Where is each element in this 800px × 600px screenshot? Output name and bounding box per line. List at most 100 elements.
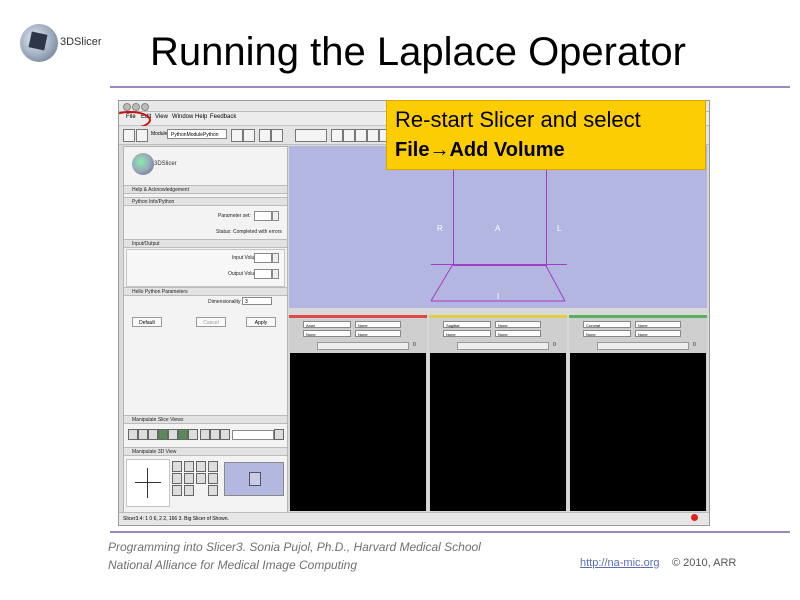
slicer-logo: 3DSlicer [14,20,114,72]
output-volume-select[interactable] [254,269,272,279]
slice-orientation-select[interactable]: Axial [303,321,351,328]
slice-tool-icon[interactable] [220,429,230,440]
layout2-icon[interactable] [343,129,355,142]
view-tool-icon[interactable] [196,461,206,472]
panel-logo: 3DSlicer [132,153,192,177]
slice-offset-slider[interactable] [317,342,409,350]
view-tool-icon[interactable] [172,461,182,472]
slice-tool-icon[interactable] [210,429,220,440]
slice-tool-icon[interactable] [188,429,198,440]
footer-link[interactable]: http://na-mic.org [580,557,659,569]
input-volume-select[interactable] [254,253,272,263]
slice-foreground-select[interactable]: None [355,321,401,328]
section-slice-views[interactable]: Manipulate Slice Views [124,415,287,424]
slice-label-select[interactable]: None [303,330,351,337]
slice-foreground-select[interactable]: None [495,321,541,328]
slice-tool-icon[interactable] [168,429,178,440]
menu-feedback[interactable]: Feedback [210,114,236,120]
dimensionality-label: Dimensionality [208,299,241,305]
view-tool-icon[interactable] [184,485,194,496]
view-tool-icon[interactable] [172,473,182,484]
slice-label-select[interactable]: None [443,330,491,337]
slice-background-select[interactable]: None [635,330,681,337]
section-inout[interactable]: Input/Output [124,239,287,248]
save-icon[interactable] [136,129,148,142]
slice-label-select[interactable]: None [583,330,631,337]
view-tool-icon[interactable] [196,473,206,484]
slice-image-area[interactable] [290,353,426,511]
slice-color-bar [429,315,567,318]
slice-image-area[interactable] [570,353,706,511]
view-tool-icon[interactable] [208,461,218,472]
menu-view[interactable]: View [155,114,168,120]
3d-axes-widget[interactable] [126,459,170,507]
prev-module-icon[interactable] [231,129,243,142]
status-text: Status: Completed with errors [216,229,282,235]
panel-logo-text: 3DSlicer [154,161,177,167]
slice-offset-slider[interactable] [457,342,549,350]
view-tool-icon[interactable] [208,485,218,496]
slice-tool-icon[interactable] [138,429,148,440]
view-tool-icon[interactable] [208,473,218,484]
callout-line1: Re-start Slicer and select [395,107,641,132]
next-module-icon[interactable] [243,129,255,142]
view-tool-icon[interactable] [184,461,194,472]
search-field[interactable] [295,129,327,142]
menu-window[interactable]: Window [172,114,193,120]
open-icon[interactable] [123,129,135,142]
apply-button[interactable]: Apply [246,317,276,327]
slice-offset-value: 0 [413,342,416,348]
parameter-set-arrows[interactable] [272,211,279,221]
input-volume-arrows[interactable] [272,253,279,263]
modules-select[interactable]: PythonModulePython [167,129,227,139]
slice-tool-icon[interactable] [128,429,138,440]
view-tool-icon[interactable] [184,473,194,484]
footer-organization: National Alliance for Medical Image Comp… [108,558,358,572]
section-3d-view[interactable]: Manipulate 3D View [124,447,287,456]
layout-icon[interactable] [331,129,343,142]
slice-viewer-coronal[interactable]: Coronal None None None 0 [569,315,707,511]
data-icon[interactable] [271,129,283,142]
slice-background-select[interactable]: None [355,330,401,337]
minimize-dot-icon[interactable] [132,103,140,111]
slice-tool-icon[interactable] [178,429,188,440]
slice-tool-icon[interactable] [148,429,158,440]
callout-line2: File→Add Volume [395,139,565,161]
menu-help[interactable]: Help [195,114,207,120]
output-volume-arrows[interactable] [272,269,279,279]
default-button[interactable]: Default [132,317,162,327]
slice-image-area[interactable] [430,353,566,511]
home-icon[interactable] [259,129,271,142]
section-python[interactable]: Python Info/Python [124,197,287,206]
dimensionality-input[interactable]: 3 [242,297,272,305]
slice-offset-value: 0 [693,342,696,348]
error-log-icon[interactable] [691,514,698,521]
slice-tool-icon[interactable] [274,429,284,440]
slice-viewer-axial[interactable]: Axial None None None 0 [289,315,427,511]
layout4-icon[interactable] [367,129,379,142]
slice-viewer-sagittal[interactable]: Sagittal None None None 0 [429,315,567,511]
footer-credit: Programming into Slicer3. Sonia Pujol, P… [108,540,481,554]
slice-color-bar [569,315,707,318]
slice-offset-slider[interactable] [597,342,689,350]
close-dot-icon[interactable] [123,103,131,111]
3d-viewer[interactable]: R A L I [289,146,707,308]
parameter-set-select[interactable] [254,211,272,221]
slice-slider[interactable] [232,430,274,440]
slice-foreground-select[interactable]: None [635,321,681,328]
cancel-button[interactable]: Cancel [196,317,226,327]
layout3-icon[interactable] [355,129,367,142]
section-params[interactable]: Hello Python Parameters [124,287,287,296]
zoom-dot-icon[interactable] [141,103,149,111]
section-help[interactable]: Help & Acknowledgement [124,185,287,194]
logo-text: 3DSlicer [60,36,102,48]
slice-background-select[interactable]: None [495,330,541,337]
footer-copyright: © 2010, ARR [672,557,737,569]
slice-tool-icon[interactable] [158,429,168,440]
slice-orientation-select[interactable]: Sagittal [443,321,491,328]
slice-orientation-select[interactable]: Coronal [583,321,631,328]
3d-preview-thumbnail[interactable] [224,462,284,496]
view-tool-icon[interactable] [172,485,182,496]
title-divider [110,86,790,88]
slice-tool-icon[interactable] [200,429,210,440]
